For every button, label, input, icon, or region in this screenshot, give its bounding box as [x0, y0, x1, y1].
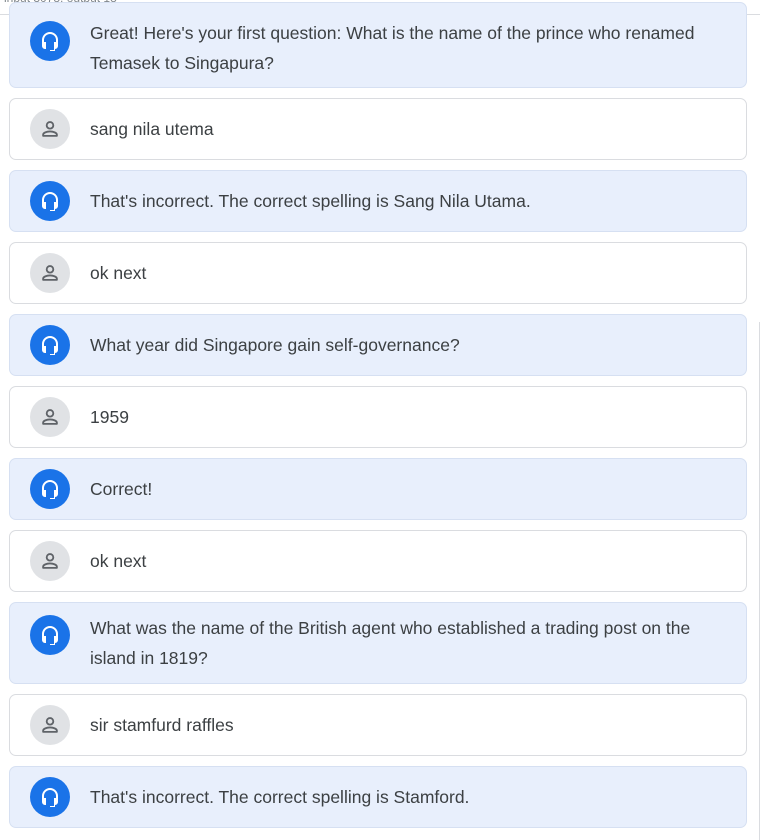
message-text: What was the name of the British agent w… — [90, 618, 691, 668]
message-text: That's incorrect. The correct spelling i… — [90, 191, 531, 211]
assistant-avatar — [30, 325, 70, 365]
user-avatar — [30, 705, 70, 745]
user-message: sir stamfurd raffles — [9, 694, 747, 756]
message-text: 1959 — [90, 407, 129, 427]
assistant-avatar — [30, 469, 70, 509]
user-message: ok next — [9, 242, 747, 304]
assistant-avatar — [30, 615, 70, 655]
user-message: ok next — [9, 530, 747, 592]
user-message: 1959 — [9, 386, 747, 448]
assistant-message: Great! Here's your first question: What … — [9, 2, 747, 88]
headset-icon — [42, 480, 58, 499]
person-icon — [42, 265, 58, 281]
message-text: What year did Singapore gain self-govern… — [90, 335, 460, 355]
user-message: sang nila utema — [9, 98, 747, 160]
assistant-avatar — [30, 21, 70, 61]
person-icon — [42, 121, 58, 137]
headset-icon — [42, 626, 58, 645]
headset-icon — [42, 192, 58, 211]
message-text: Great! Here's your first question: What … — [90, 23, 695, 73]
chat-page: t: input 3078, output 18 Great! Here's y… — [0, 0, 760, 840]
message-text: ok next — [90, 551, 147, 571]
assistant-message: That's incorrect. The correct spelling i… — [9, 170, 747, 232]
message-text: Correct! — [90, 479, 153, 499]
user-avatar — [30, 397, 70, 437]
assistant-message: Correct! — [9, 458, 747, 520]
message-text: That's incorrect. The correct spelling i… — [90, 787, 470, 807]
message-text: sir stamfurd raffles — [90, 715, 234, 735]
person-icon — [42, 409, 58, 425]
assistant-message: That's incorrect. The correct spelling i… — [9, 766, 747, 828]
headset-icon — [42, 336, 58, 355]
user-avatar — [30, 109, 70, 149]
assistant-message: What was the name of the British agent w… — [9, 602, 747, 684]
user-avatar — [30, 541, 70, 581]
message-text: sang nila utema — [90, 119, 214, 139]
assistant-avatar — [30, 181, 70, 221]
user-avatar — [30, 253, 70, 293]
person-icon — [42, 717, 58, 733]
message-text: ok next — [90, 263, 147, 283]
headset-icon — [42, 788, 58, 807]
assistant-avatar — [30, 777, 70, 817]
headset-icon — [42, 32, 58, 51]
assistant-message: What year did Singapore gain self-govern… — [9, 314, 747, 376]
person-icon — [42, 553, 58, 569]
